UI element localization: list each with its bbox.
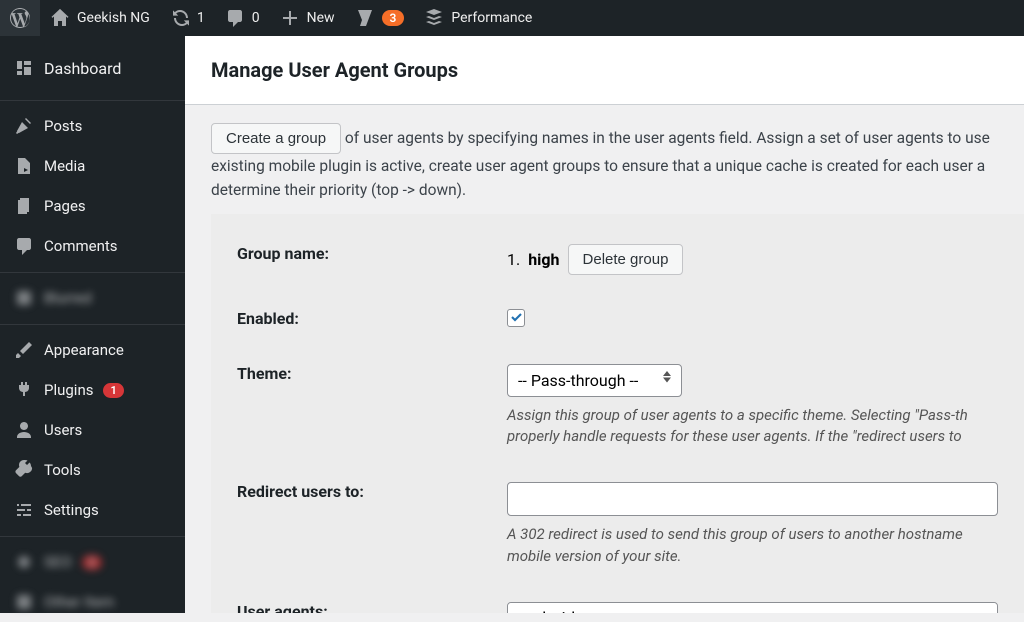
wrench-icon: [14, 460, 34, 480]
sidebar-item-appearance[interactable]: Appearance: [0, 330, 185, 370]
user-icon: [14, 420, 34, 440]
sidebar-item-media[interactable]: Media: [0, 146, 185, 186]
create-group-button[interactable]: Create a group: [211, 123, 341, 154]
plugins-badge: 1: [103, 383, 123, 398]
settings-label: Settings: [44, 501, 99, 519]
group-name-value: high: [528, 250, 559, 269]
page-title: Manage User Agent Groups: [211, 58, 998, 82]
user-agents-label: User agents:: [237, 602, 507, 613]
row-group-name: Group name: 1. high Delete group: [237, 234, 998, 299]
yoast-link[interactable]: 3: [345, 0, 415, 36]
plus-icon: [280, 8, 300, 28]
generic-icon: [14, 552, 34, 572]
sidebar-item-posts[interactable]: Posts: [0, 106, 185, 146]
group-number: 1.: [507, 250, 520, 269]
brush-icon: [14, 340, 34, 360]
site-name-link[interactable]: Geekish NG: [40, 0, 160, 36]
blur-badge: 2: [82, 555, 102, 570]
row-theme: Theme: -- Pass-through -- Assign this gr…: [237, 354, 998, 473]
delete-group-button[interactable]: Delete group: [568, 244, 684, 275]
pages-label: Pages: [44, 197, 86, 215]
main-content: Manage User Agent Groups Create a group …: [185, 36, 1024, 613]
stack-icon: [424, 8, 444, 28]
generic-icon: [14, 288, 34, 308]
blur-label: Blurred: [44, 289, 92, 307]
sidebar-item-blurred[interactable]: Blurred: [0, 278, 185, 318]
sidebar-item-plugins[interactable]: Plugins 1: [0, 370, 185, 410]
redirect-label: Redirect users to:: [237, 482, 507, 501]
sidebar-item-blurred[interactable]: SEO 2: [0, 542, 185, 582]
check-icon: [509, 311, 524, 326]
new-link[interactable]: New: [270, 0, 345, 36]
enabled-checkbox[interactable]: [507, 309, 525, 327]
redirect-help-text: A 302 redirect is used to send this grou…: [507, 524, 998, 568]
group-name-label: Group name:: [237, 244, 507, 263]
performance-link[interactable]: Performance: [414, 0, 542, 36]
dashboard-icon: [14, 58, 34, 78]
media-icon: [14, 156, 34, 176]
blur-label: SEO: [44, 553, 72, 571]
updates-link[interactable]: 1: [160, 0, 215, 36]
wordpress-icon: [10, 8, 30, 28]
pages-icon: [14, 196, 34, 216]
wp-logo[interactable]: [0, 0, 40, 36]
panel-header: Manage User Agent Groups: [185, 36, 1024, 105]
appearance-label: Appearance: [44, 341, 124, 359]
sidebar-item-dashboard[interactable]: Dashboard: [0, 46, 185, 94]
comment-icon: [225, 8, 245, 28]
comments-count: 0: [252, 10, 260, 26]
row-user-agents: User agents:: [237, 592, 998, 613]
yoast-icon: [355, 8, 375, 28]
user-agents-textarea[interactable]: [507, 602, 998, 613]
sidebar-item-users[interactable]: Users: [0, 410, 185, 450]
sidebar-item-comments[interactable]: Comments: [0, 226, 185, 266]
sidebar-item-tools[interactable]: Tools: [0, 450, 185, 490]
tools-label: Tools: [44, 461, 81, 479]
description-block: Create a group of user agents by specify…: [185, 105, 1024, 214]
plug-icon: [14, 380, 34, 400]
performance-label: Performance: [451, 10, 532, 26]
admin-sidebar: Dashboard Posts Media Pages Comments Blu…: [0, 36, 185, 613]
comments-label: Comments: [44, 237, 118, 255]
comments-icon: [14, 236, 34, 256]
updates-count: 1: [197, 10, 205, 26]
new-label: New: [307, 10, 335, 26]
row-redirect: Redirect users to: A 302 redirect is use…: [237, 472, 998, 592]
sidebar-item-pages[interactable]: Pages: [0, 186, 185, 226]
refresh-icon: [170, 8, 190, 28]
media-label: Media: [44, 157, 85, 175]
sidebar-item-settings[interactable]: Settings: [0, 490, 185, 530]
home-icon: [50, 8, 70, 28]
dashboard-label: Dashboard: [44, 59, 121, 78]
yoast-badge: 3: [382, 10, 405, 26]
theme-selected-value: -- Pass-through --: [518, 371, 638, 390]
group-form: Group name: 1. high Delete group Enabled…: [211, 214, 1024, 613]
site-name: Geekish NG: [77, 10, 150, 26]
sidebar-item-blurred[interactable]: Other Item: [0, 582, 185, 622]
row-enabled: Enabled:: [237, 299, 998, 354]
plugins-label: Plugins: [44, 381, 93, 399]
posts-label: Posts: [44, 117, 82, 135]
pin-icon: [14, 116, 34, 136]
generic-icon: [14, 592, 34, 612]
admin-bar: Geekish NG 1 0 New 3 Performance: [0, 0, 1024, 36]
users-label: Users: [44, 421, 82, 439]
theme-label: Theme:: [237, 364, 507, 383]
enabled-label: Enabled:: [237, 309, 507, 328]
theme-select[interactable]: -- Pass-through --: [507, 364, 682, 397]
comments-link[interactable]: 0: [215, 0, 270, 36]
blur-label: Other Item: [44, 593, 114, 611]
redirect-input[interactable]: [507, 482, 998, 516]
theme-help-text: Assign this group of user agents to a sp…: [507, 405, 998, 449]
sliders-icon: [14, 500, 34, 520]
